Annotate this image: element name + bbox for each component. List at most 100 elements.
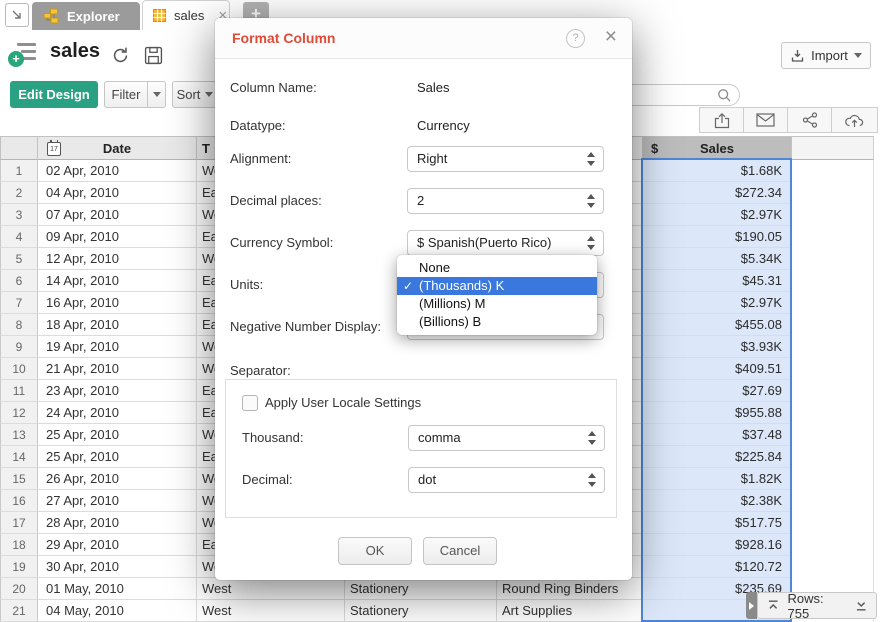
view-menu-button[interactable]: + — [8, 41, 36, 67]
locale-settings-checkbox[interactable] — [242, 395, 258, 411]
decimal-separator-select[interactable]: dot — [408, 467, 605, 493]
row-number-cell[interactable]: 16 — [0, 490, 38, 512]
date-cell[interactable]: 24 Apr, 2010 — [38, 402, 197, 424]
row-number-cell[interactable]: 19 — [0, 556, 38, 578]
sales-cell[interactable]: $2.38K — [643, 490, 792, 512]
date-cell[interactable]: 23 Apr, 2010 — [38, 380, 197, 402]
date-cell[interactable]: 04 Apr, 2010 — [38, 182, 197, 204]
tab-explorer[interactable]: Explorer — [32, 2, 140, 30]
units-option[interactable]: (Billions) B — [397, 313, 597, 331]
import-button[interactable]: Import — [781, 42, 871, 69]
date-column-header[interactable]: 17 Date — [38, 136, 197, 160]
row-number-cell[interactable]: 17 — [0, 512, 38, 534]
units-option[interactable]: ✓(Thousands) K — [397, 277, 597, 295]
units-option[interactable]: (Millions) M — [397, 295, 597, 313]
cloud-upload-button[interactable] — [831, 107, 878, 133]
sales-cell[interactable]: $120.72 — [643, 556, 792, 578]
row-number-cell[interactable]: 18 — [0, 534, 38, 556]
row-number-cell[interactable]: 20 — [0, 578, 38, 600]
territory-cell[interactable]: West — [197, 578, 345, 600]
row-number-cell[interactable]: 13 — [0, 424, 38, 446]
close-icon[interactable]: × — [605, 26, 617, 48]
date-cell[interactable]: 29 Apr, 2010 — [38, 534, 197, 556]
row-number-cell[interactable]: 2 — [0, 182, 38, 204]
sales-cell[interactable]: $1.68K — [643, 160, 792, 182]
decimal-places-select[interactable]: 2 — [407, 188, 604, 214]
filter-button[interactable]: Filter — [104, 81, 148, 108]
date-cell[interactable]: 19 Apr, 2010 — [38, 336, 197, 358]
ok-button[interactable]: OK — [338, 537, 412, 565]
sales-cell[interactable]: $1.82K — [643, 468, 792, 490]
row-number-cell[interactable]: 8 — [0, 314, 38, 336]
sales-cell[interactable]: $225.84 — [643, 446, 792, 468]
category-cell[interactable]: Stationery — [345, 578, 497, 600]
date-cell[interactable]: 02 Apr, 2010 — [38, 160, 197, 182]
date-cell[interactable]: 01 May, 2010 — [38, 578, 197, 600]
row-number-cell[interactable]: 10 — [0, 358, 38, 380]
date-cell[interactable]: 18 Apr, 2010 — [38, 314, 197, 336]
row-number-cell[interactable]: 1 — [0, 160, 38, 182]
export-button[interactable] — [699, 107, 744, 133]
row-number-cell[interactable]: 11 — [0, 380, 38, 402]
row-number-cell[interactable]: 21 — [0, 600, 38, 622]
row-number-cell[interactable]: 5 — [0, 248, 38, 270]
sales-cell[interactable]: $517.75 — [643, 512, 792, 534]
row-number-cell[interactable]: 9 — [0, 336, 38, 358]
save-button[interactable] — [141, 43, 165, 67]
sales-cell[interactable]: $272.34 — [643, 182, 792, 204]
product-cell[interactable]: Round Ring Binders — [497, 578, 643, 600]
scroll-to-bottom-icon[interactable] — [855, 599, 867, 612]
row-number-cell[interactable]: 14 — [0, 446, 38, 468]
thousand-select[interactable]: comma — [408, 425, 605, 451]
row-number-cell[interactable]: 3 — [0, 204, 38, 226]
units-option[interactable]: None — [397, 259, 597, 277]
date-cell[interactable]: 26 Apr, 2010 — [38, 468, 197, 490]
date-cell[interactable]: 30 Apr, 2010 — [38, 556, 197, 578]
row-number-header[interactable] — [0, 136, 38, 160]
sales-cell[interactable]: $955.88 — [643, 402, 792, 424]
sales-cell[interactable]: $2.97K — [643, 204, 792, 226]
edit-design-button[interactable]: Edit Design — [10, 81, 98, 108]
filter-dropdown-button[interactable] — [147, 81, 166, 108]
date-cell[interactable]: 07 Apr, 2010 — [38, 204, 197, 226]
date-cell[interactable]: 12 Apr, 2010 — [38, 248, 197, 270]
cancel-button[interactable]: Cancel — [423, 537, 497, 565]
panel-toggle-button[interactable] — [5, 3, 29, 27]
sales-cell[interactable]: $928.16 — [643, 534, 792, 556]
email-button[interactable] — [743, 107, 788, 133]
sales-cell[interactable]: $409.51 — [643, 358, 792, 380]
help-icon[interactable]: ? — [566, 29, 585, 48]
row-number-cell[interactable]: 12 — [0, 402, 38, 424]
refresh-button[interactable] — [108, 43, 132, 67]
date-cell[interactable]: 25 Apr, 2010 — [38, 424, 197, 446]
category-cell[interactable]: Stationery — [345, 600, 497, 622]
row-number-cell[interactable]: 6 — [0, 270, 38, 292]
row-number-cell[interactable]: 4 — [0, 226, 38, 248]
sales-cell[interactable]: $3.93K — [643, 336, 792, 358]
sales-cell[interactable]: $455.08 — [643, 314, 792, 336]
alignment-select[interactable]: Right — [407, 146, 604, 172]
row-number-cell[interactable]: 15 — [0, 468, 38, 490]
scroll-to-top-icon[interactable] — [767, 599, 779, 612]
date-cell[interactable]: 09 Apr, 2010 — [38, 226, 197, 248]
sales-cell[interactable]: $45.31 — [643, 270, 792, 292]
date-cell[interactable]: 25 Apr, 2010 — [38, 446, 197, 468]
sales-cell[interactable]: $5.34K — [643, 248, 792, 270]
currency-symbol-select[interactable]: $ Spanish(Puerto Rico) — [407, 230, 604, 256]
sort-button[interactable]: Sort — [172, 81, 218, 108]
sales-cell[interactable]: $2.97K — [643, 292, 792, 314]
sales-cell[interactable]: $190.05 — [643, 226, 792, 248]
territory-cell[interactable]: West — [197, 600, 345, 622]
sales-cell[interactable]: $37.48 — [643, 424, 792, 446]
row-number-cell[interactable]: 7 — [0, 292, 38, 314]
rows-widget-handle[interactable] — [746, 592, 757, 619]
product-cell[interactable]: Art Supplies — [497, 600, 643, 622]
sales-cell[interactable]: $27.69 — [643, 380, 792, 402]
date-cell[interactable]: 16 Apr, 2010 — [38, 292, 197, 314]
date-cell[interactable]: 27 Apr, 2010 — [38, 490, 197, 512]
date-cell[interactable]: 04 May, 2010 — [38, 600, 197, 622]
date-cell[interactable]: 14 Apr, 2010 — [38, 270, 197, 292]
share-button[interactable] — [787, 107, 832, 133]
date-cell[interactable]: 28 Apr, 2010 — [38, 512, 197, 534]
sales-column-header[interactable]: $ Sales — [643, 136, 792, 160]
